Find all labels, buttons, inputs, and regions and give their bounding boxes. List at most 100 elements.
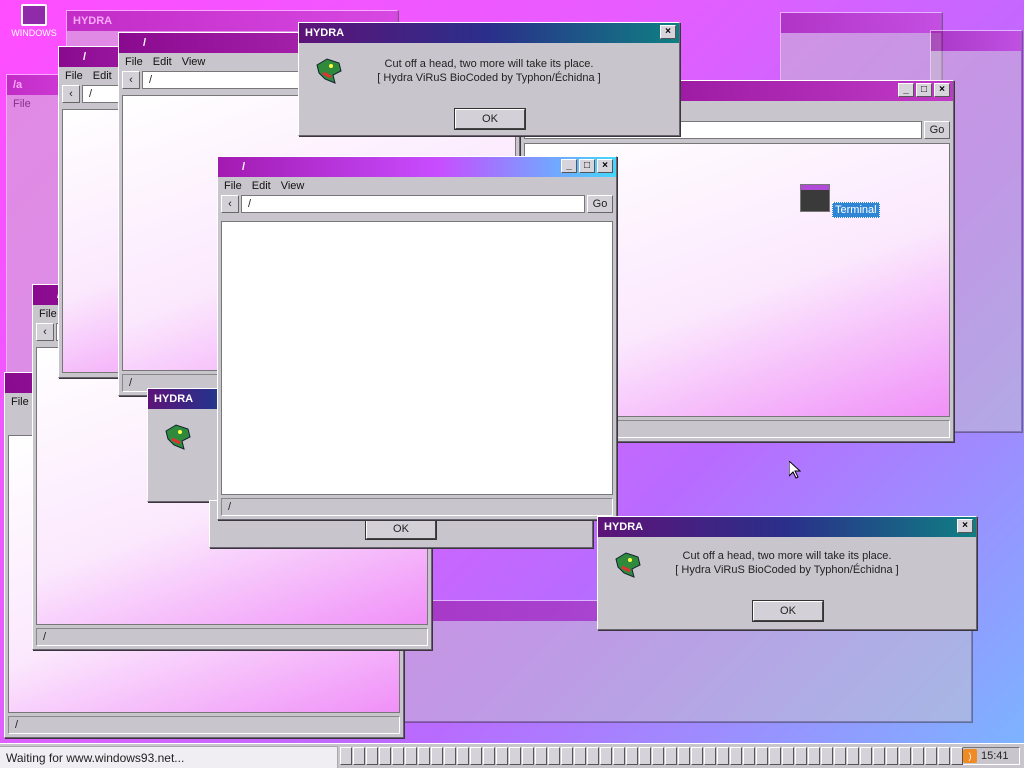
taskbar-window-button[interactable] — [574, 747, 586, 765]
menu-file[interactable]: File — [13, 98, 31, 110]
taskbar-window-button[interactable] — [652, 747, 664, 765]
window-title: HYDRA — [73, 15, 113, 27]
status-path: / — [43, 631, 47, 643]
taskbar-window-button[interactable] — [587, 747, 599, 765]
taskbar-window-button[interactable] — [912, 747, 924, 765]
taskbar-window-button[interactable] — [639, 747, 651, 765]
menu-file[interactable]: File — [11, 396, 29, 408]
dialog-title: HYDRA — [604, 521, 644, 533]
dialog-title: HYDRA — [305, 27, 345, 39]
taskbar-window-button[interactable] — [535, 747, 547, 765]
menu-edit[interactable]: Edit — [252, 180, 271, 192]
menu-edit[interactable]: Edit — [153, 56, 172, 68]
taskbar-window-button[interactable] — [704, 747, 716, 765]
taskbar-window-button[interactable] — [860, 747, 872, 765]
terminal-desktop-icon[interactable]: Terminal — [800, 184, 880, 218]
close-button[interactable]: × — [597, 159, 613, 173]
taskbar-window-button[interactable] — [795, 747, 807, 765]
taskbar-window-button[interactable] — [808, 747, 820, 765]
explorer-window-active[interactable]: / _ □ × File Edit View ‹ / Go / — [217, 156, 617, 520]
status-path: / — [228, 501, 232, 513]
taskbar-window-button[interactable] — [756, 747, 768, 765]
path-input[interactable]: / — [241, 195, 585, 213]
taskbar-window-button[interactable] — [483, 747, 495, 765]
hydra-dialog-top[interactable]: HYDRA × Cut off a head, two more will ta… — [298, 22, 680, 136]
status-path: / — [15, 719, 19, 731]
menu-edit[interactable]: Edit — [93, 70, 112, 82]
close-button[interactable]: × — [934, 83, 950, 97]
taskbar-window-button[interactable] — [418, 747, 430, 765]
taskbar-window-button[interactable] — [847, 747, 859, 765]
go-button[interactable]: Go — [924, 121, 950, 139]
taskbar-window-button[interactable] — [626, 747, 638, 765]
close-button[interactable]: × — [660, 25, 676, 39]
ok-button[interactable]: OK — [454, 108, 526, 130]
taskbar-window-button[interactable] — [678, 747, 690, 765]
window-title: / — [143, 37, 147, 49]
taskbar-window-button[interactable] — [717, 747, 729, 765]
hydra-dialog-bottom[interactable]: HYDRA × Cut off a head, two more will ta… — [597, 516, 977, 630]
taskbar-window-button[interactable] — [600, 747, 612, 765]
minimize-button[interactable]: _ — [561, 159, 577, 173]
window-title: / — [242, 161, 246, 173]
menu-view[interactable]: View — [182, 56, 206, 68]
taskbar-window-button[interactable] — [353, 747, 365, 765]
window-titlebar — [931, 31, 1021, 51]
window-title: /a — [13, 79, 23, 91]
minimize-button[interactable]: _ — [898, 83, 914, 97]
menu-file[interactable]: File — [125, 56, 143, 68]
back-button[interactable]: ‹ — [36, 323, 54, 341]
taskbar-window-button[interactable] — [392, 747, 404, 765]
rss-icon[interactable]: ) — [963, 749, 977, 763]
taskbar-window-button[interactable] — [340, 747, 352, 765]
taskbar-window-button[interactable] — [873, 747, 885, 765]
taskbar-window-button[interactable] — [691, 747, 703, 765]
taskbar-window-button[interactable] — [509, 747, 521, 765]
ok-button[interactable]: OK — [365, 518, 437, 540]
window-titlebar: / _ □ × — [218, 157, 616, 177]
taskbar-window-button[interactable] — [379, 747, 391, 765]
menu-file[interactable]: File — [224, 180, 242, 192]
back-button[interactable]: ‹ — [122, 71, 140, 89]
taskbar-window-button[interactable] — [613, 747, 625, 765]
back-button[interactable]: ‹ — [62, 85, 80, 103]
window-title: / — [83, 51, 87, 63]
window-titlebar — [781, 13, 941, 33]
taskbar-window-button[interactable] — [925, 747, 937, 765]
taskbar-window-button[interactable] — [886, 747, 898, 765]
taskbar-window-button[interactable] — [444, 747, 456, 765]
maximize-button[interactable]: □ — [916, 83, 932, 97]
taskbar-window-button[interactable] — [431, 747, 443, 765]
file-area[interactable] — [221, 221, 613, 495]
taskbar-window-button[interactable] — [457, 747, 469, 765]
taskbar-window-button[interactable] — [496, 747, 508, 765]
close-button[interactable]: × — [957, 519, 973, 533]
taskbar-window-button[interactable] — [769, 747, 781, 765]
taskbar-window-button[interactable] — [730, 747, 742, 765]
taskbar-window-button[interactable] — [938, 747, 950, 765]
terminal-icon — [800, 184, 830, 212]
taskbar-window-button[interactable] — [899, 747, 911, 765]
desktop-icon-windows[interactable]: WINDOWS — [4, 4, 64, 38]
taskbar-window-button[interactable] — [561, 747, 573, 765]
taskbar-window-button[interactable] — [782, 747, 794, 765]
menu-file[interactable]: File — [39, 308, 57, 320]
taskbar-window-button[interactable] — [834, 747, 846, 765]
taskbar-window-button[interactable] — [743, 747, 755, 765]
maximize-button[interactable]: □ — [579, 159, 595, 173]
back-button[interactable]: ‹ — [221, 195, 239, 213]
taskbar-window-button[interactable] — [366, 747, 378, 765]
taskbar-window-button[interactable] — [522, 747, 534, 765]
go-button[interactable]: Go — [587, 195, 613, 213]
dialog-message: Cut off a head, two more will take its p… — [299, 57, 679, 85]
taskbar-window-button[interactable] — [821, 747, 833, 765]
taskbar-window-button[interactable] — [665, 747, 677, 765]
menu-file[interactable]: File — [65, 70, 83, 82]
ok-button[interactable]: OK — [752, 600, 824, 622]
desktop-icon-label: WINDOWS — [11, 28, 57, 38]
taskbar-window-button[interactable] — [951, 747, 963, 765]
taskbar-window-button[interactable] — [470, 747, 482, 765]
taskbar-window-button[interactable] — [548, 747, 560, 765]
taskbar-window-button[interactable] — [405, 747, 417, 765]
menu-view[interactable]: View — [281, 180, 305, 192]
